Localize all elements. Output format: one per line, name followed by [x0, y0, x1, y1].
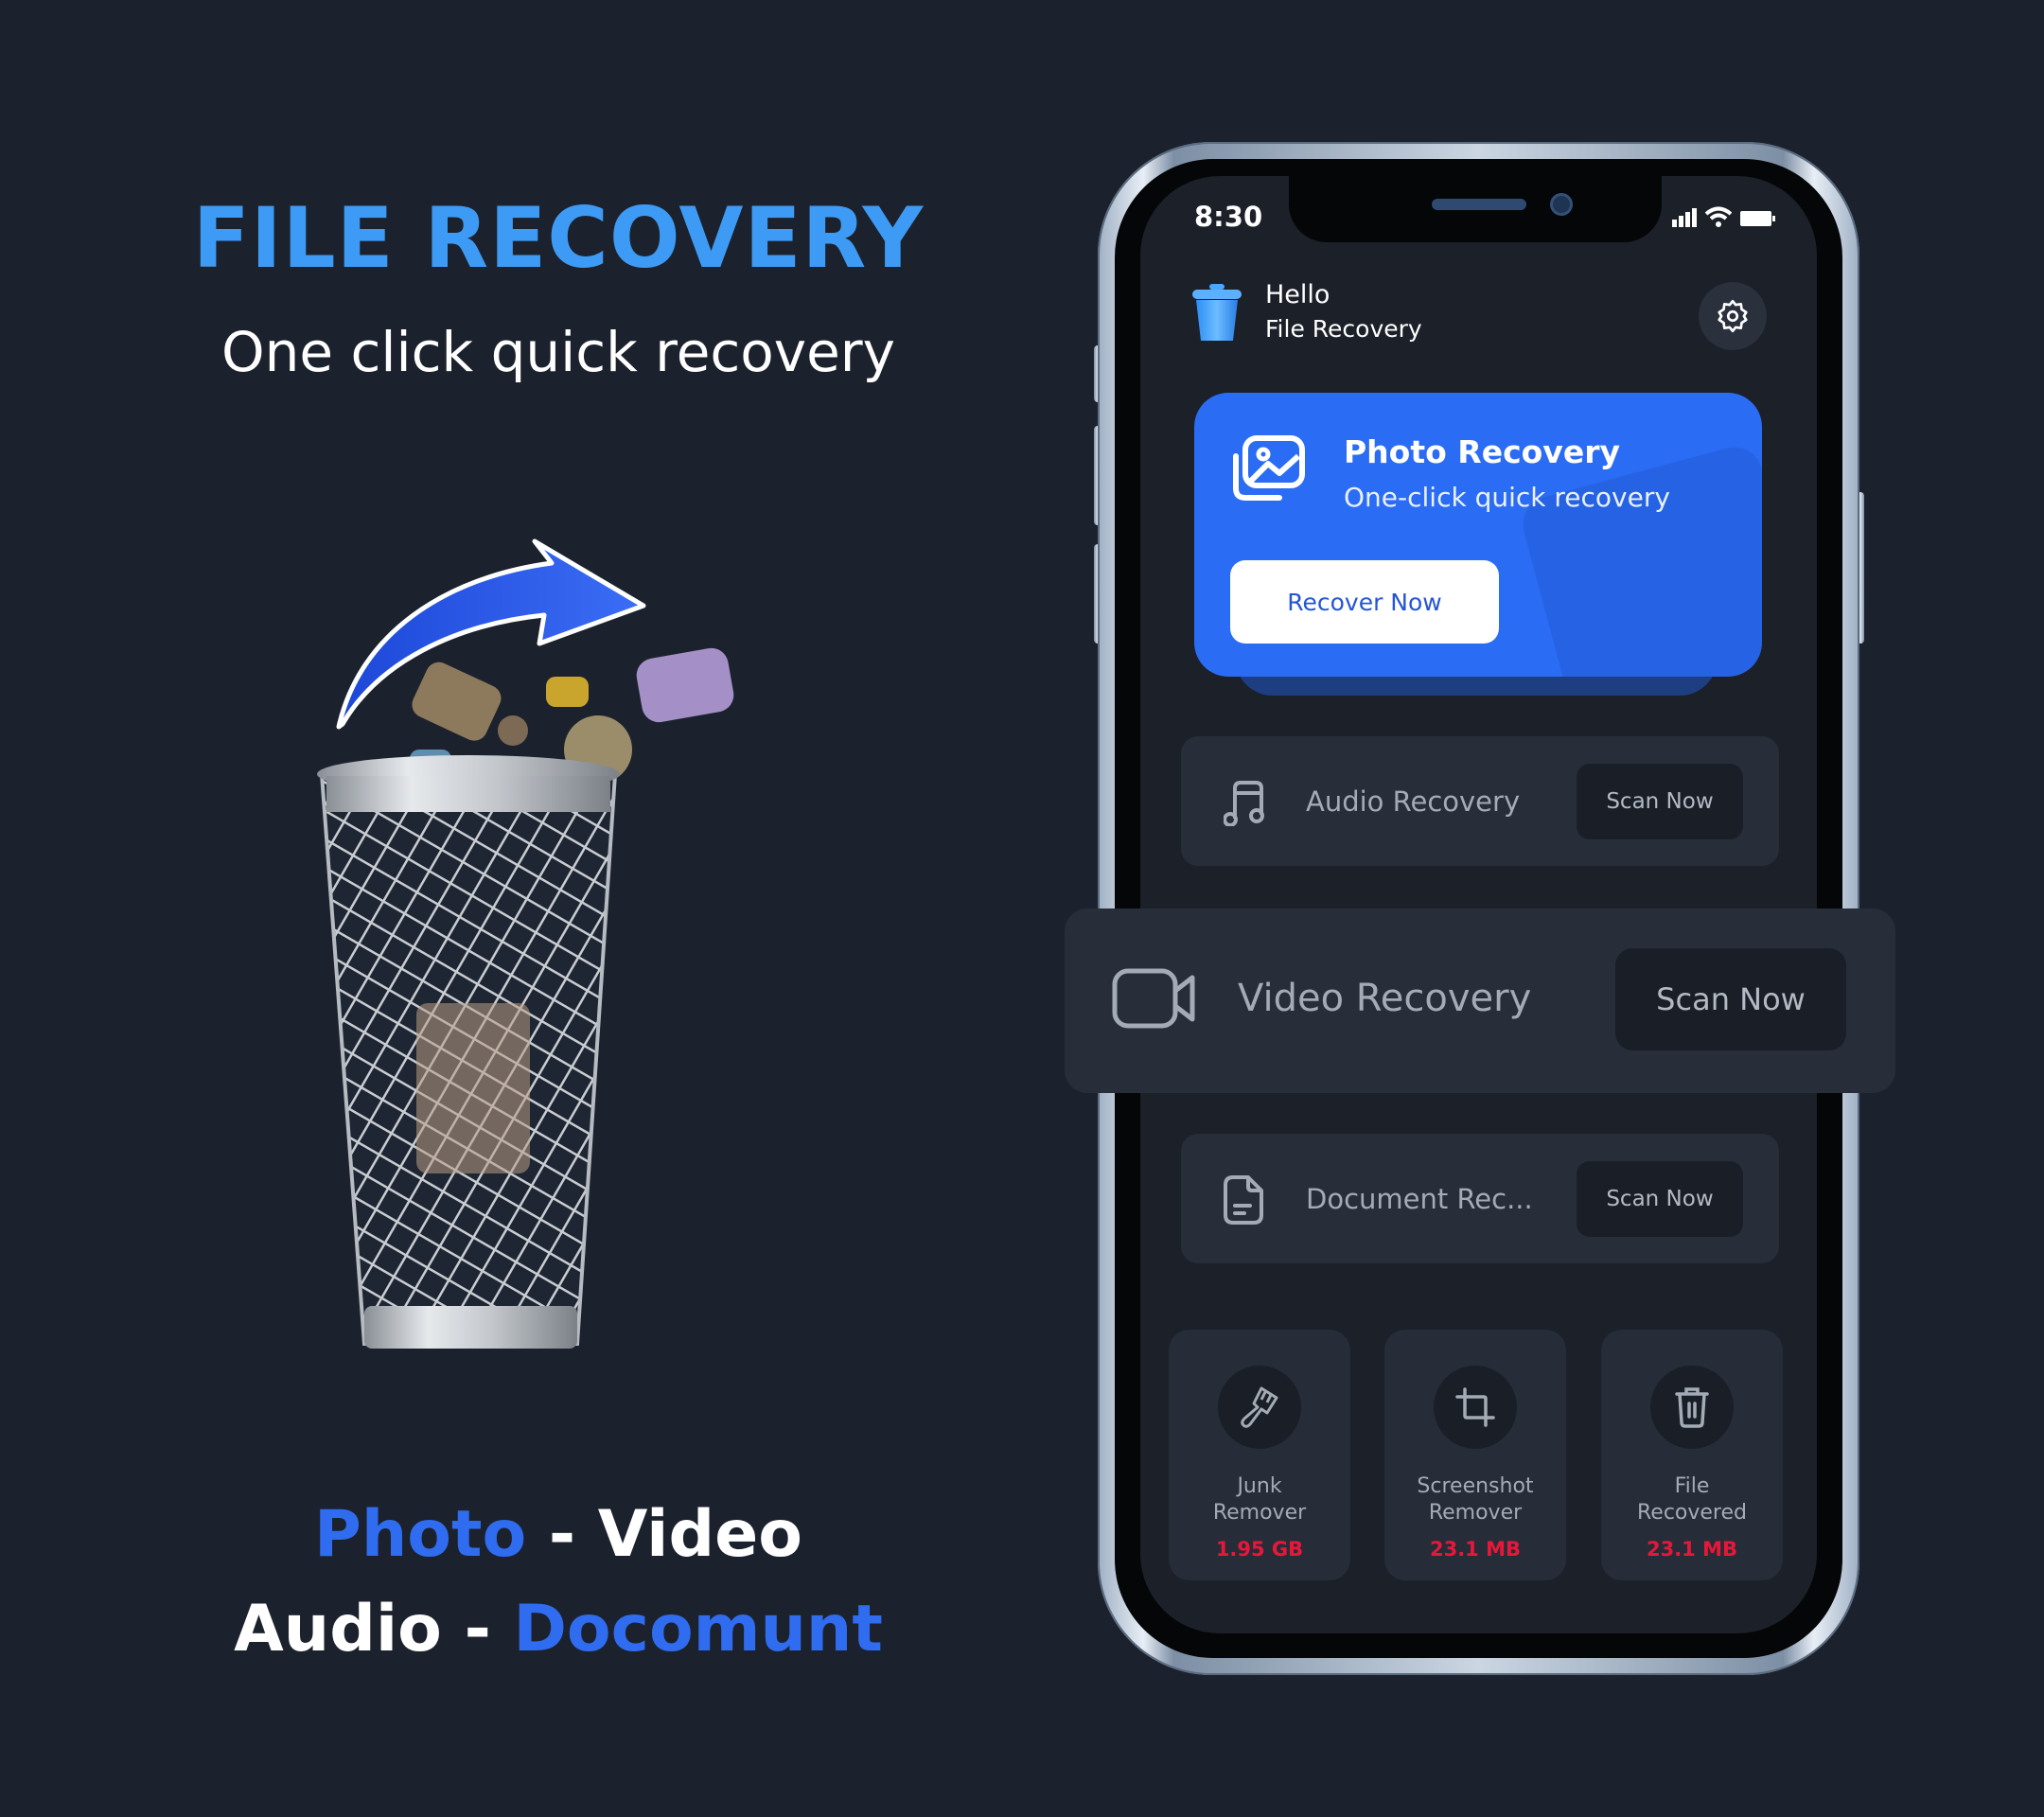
status-time: 8:30 — [1194, 201, 1263, 233]
screenshot-remover-tile[interactable]: Screenshot Remover 23.1 MB — [1384, 1330, 1566, 1580]
hero-subtitle: One click quick recovery — [221, 320, 895, 384]
status-icons — [1672, 206, 1776, 227]
screenshot-remover-label: Screenshot Remover — [1384, 1473, 1566, 1526]
screenshot-remover-size: 23.1 MB — [1429, 1538, 1522, 1561]
document-scan-now-button[interactable]: Scan Now — [1577, 1161, 1743, 1237]
junk-remover-label: Junk Remover — [1169, 1473, 1350, 1526]
front-camera — [1550, 193, 1573, 216]
file-recovered-label-line2: Recovered — [1636, 1501, 1747, 1525]
greeting-text: Hello — [1265, 280, 1330, 309]
battery-icon — [1740, 211, 1775, 226]
gear-icon — [1718, 299, 1748, 333]
phone-speaker — [1432, 199, 1526, 210]
screenshot-remover-icon-circle — [1434, 1366, 1517, 1449]
screenshot-remover-label-line2: Remover — [1428, 1501, 1523, 1525]
app-name: File Recovery — [1265, 315, 1422, 343]
video-recovery-row: Video Recovery Scan Now — [1065, 908, 1895, 1093]
junk-remover-label-line1: Junk — [1237, 1474, 1282, 1498]
junk-remover-label-line2: Remover — [1212, 1501, 1307, 1525]
file-recovered-label-line1: File — [1674, 1474, 1710, 1498]
document-recovery-label: Document Rec... — [1306, 1183, 1533, 1215]
crop-icon — [1455, 1387, 1495, 1427]
file-recovered-label: File Recovered — [1601, 1473, 1783, 1526]
hero-title: FILE RECOVERY — [192, 189, 925, 287]
junk-remover-icon-circle — [1218, 1366, 1301, 1449]
audio-scan-now-button[interactable]: Scan Now — [1577, 764, 1743, 839]
recover-now-button[interactable]: Recover Now — [1230, 560, 1499, 644]
tagline-photo: Photo — [313, 1497, 527, 1572]
music-note-icon — [1224, 781, 1264, 826]
file-recovered-icon-circle — [1650, 1366, 1734, 1449]
wifi-icon — [1704, 206, 1733, 227]
junk-remover-size: 1.95 GB — [1215, 1538, 1304, 1561]
video-camera-icon — [1112, 968, 1195, 1029]
document-recovery-row: Document Rec... Scan Now — [1181, 1134, 1779, 1263]
photo-recovery-title: Photo Recovery — [1344, 433, 1620, 470]
brush-icon — [1241, 1386, 1278, 1428]
file-recovered-tile[interactable]: File Recovered 23.1 MB — [1601, 1330, 1783, 1580]
trash-bin-icon — [1192, 284, 1242, 341]
trash-icon — [1675, 1387, 1709, 1428]
tagline-document: Docomunt — [513, 1592, 883, 1667]
tagline-audio: Audio - — [234, 1592, 514, 1667]
junk-remover-tile[interactable]: Junk Remover 1.95 GB — [1169, 1330, 1350, 1580]
video-recovery-label: Video Recovery — [1238, 977, 1532, 1020]
card-decoration — [1516, 440, 1762, 677]
document-icon — [1224, 1175, 1263, 1225]
settings-button[interactable] — [1699, 282, 1767, 350]
tagline-line-1: Photo - Video — [0, 1497, 1117, 1572]
file-recovered-size: 23.1 MB — [1646, 1538, 1738, 1561]
audio-recovery-row: Audio Recovery Scan Now — [1181, 736, 1779, 866]
signal-icon — [1672, 208, 1697, 227]
audio-recovery-label: Audio Recovery — [1306, 785, 1521, 818]
gallery-icon — [1233, 435, 1305, 501]
screenshot-remover-label-line1: Screenshot — [1417, 1474, 1534, 1498]
photo-recovery-subtitle: One-click quick recovery — [1344, 482, 1670, 513]
photo-recovery-card: Photo Recovery One-click quick recovery … — [1194, 393, 1762, 677]
recovery-illustration — [317, 538, 734, 1349]
video-scan-now-button[interactable]: Scan Now — [1615, 948, 1846, 1050]
trash-basket-icon — [317, 755, 620, 1349]
tagline-line-2: Audio - Docomunt — [0, 1592, 1117, 1667]
tagline-video: - Video — [526, 1497, 802, 1572]
